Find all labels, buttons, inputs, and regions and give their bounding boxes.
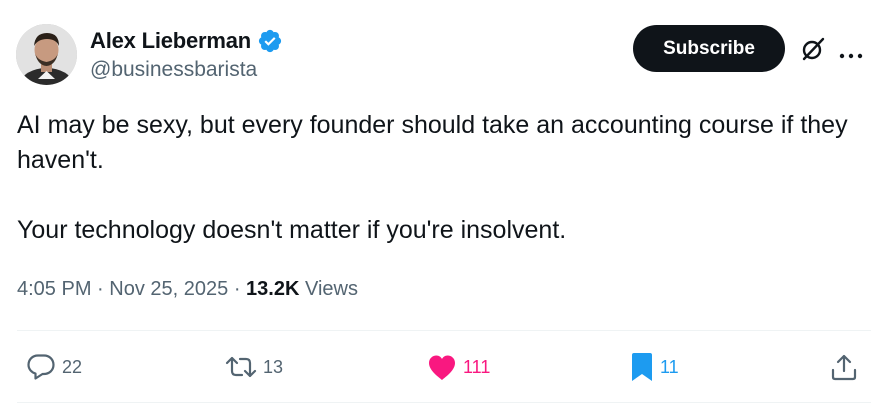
divider xyxy=(17,402,871,403)
display-name[interactable]: Alex Lieberman xyxy=(90,28,251,54)
tweet-date[interactable]: Nov 25, 2025 xyxy=(109,278,228,300)
tweet-paragraph-1: AI may be sexy, but every founder should… xyxy=(17,111,848,174)
more-options-icon[interactable] xyxy=(839,46,863,59)
heart-icon xyxy=(429,355,455,380)
divider xyxy=(17,330,871,331)
tweet-text: AI may be sexy, but every founder should… xyxy=(17,108,857,248)
retweet-icon xyxy=(225,356,257,378)
views-label: Views xyxy=(304,278,358,300)
retweet-count: 13 xyxy=(263,356,284,377)
meta-separator: · xyxy=(233,278,247,300)
reply-count: 22 xyxy=(62,356,83,377)
grok-icon[interactable] xyxy=(800,36,826,62)
avatar[interactable] xyxy=(16,24,77,85)
meta-separator: · xyxy=(97,278,110,300)
like-count: 111 xyxy=(463,356,491,377)
tweet-meta: 4:05 PM · Nov 25, 2025 · 13.2K Views xyxy=(17,278,358,301)
tweet-time[interactable]: 4:05 PM xyxy=(17,278,91,300)
name-row: Alex Lieberman xyxy=(90,26,283,56)
views-count: 13.2K xyxy=(246,278,300,300)
bookmark-icon xyxy=(632,353,652,381)
bookmark-button[interactable]: 11 xyxy=(630,352,679,382)
subscribe-button[interactable]: Subscribe xyxy=(633,25,785,72)
like-button[interactable]: 111 xyxy=(427,352,490,382)
share-icon xyxy=(831,354,857,381)
retweet-button[interactable]: 13 xyxy=(225,352,283,382)
reply-button[interactable]: 22 xyxy=(26,352,82,382)
reply-icon xyxy=(27,354,55,380)
verified-badge-icon[interactable] xyxy=(257,28,283,54)
user-handle[interactable]: @businessbarista xyxy=(90,58,283,82)
author-block: Alex Lieberman @businessbarista xyxy=(90,26,283,82)
tweet-card: Alex Lieberman @businessbarista Subscrib… xyxy=(0,0,888,412)
tweet-paragraph-2: Your technology doesn't matter if you're… xyxy=(17,216,567,244)
share-button[interactable] xyxy=(830,352,858,382)
bookmark-count: 11 xyxy=(660,356,679,377)
